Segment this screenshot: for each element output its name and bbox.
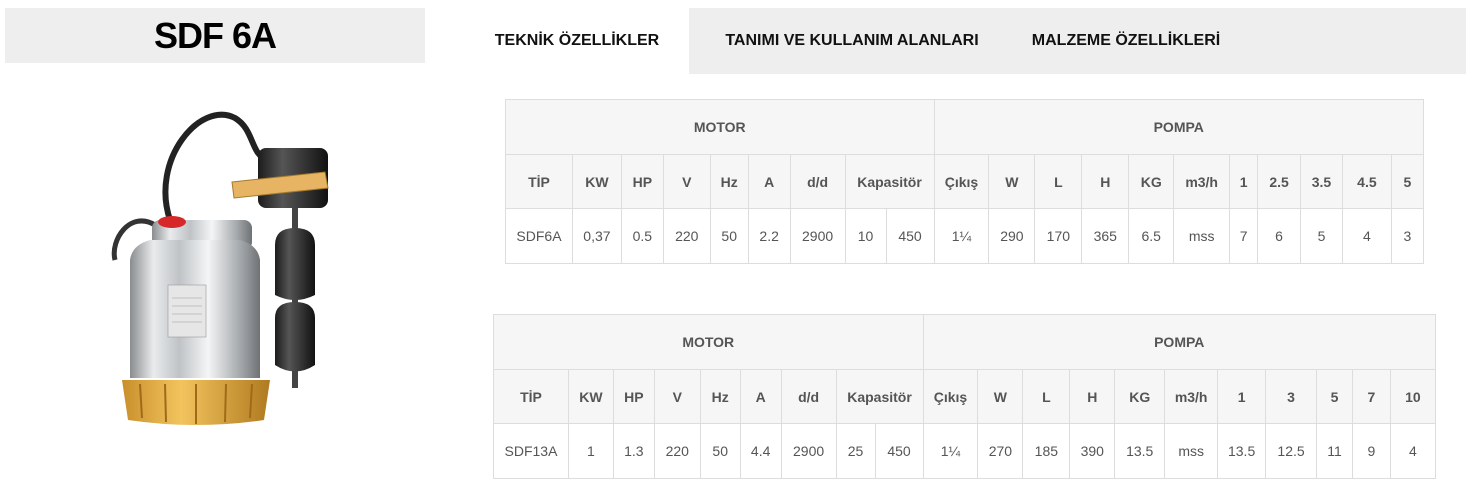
- table-cell: SDF6A: [505, 208, 573, 264]
- table-cell: 1: [567, 423, 614, 479]
- product-title-box: SDF 6A: [5, 8, 425, 63]
- table-cell: 450: [885, 208, 935, 264]
- table-cell: 1¼: [922, 423, 979, 479]
- table-cell: 4.4: [739, 423, 782, 479]
- table-cell: 270: [977, 423, 1024, 479]
- table-cell: 365: [1081, 208, 1130, 264]
- col-header: 5: [1316, 369, 1353, 424]
- col-header: TİP: [505, 154, 573, 209]
- col-header: m3/h: [1164, 369, 1219, 424]
- col-header: H: [1081, 154, 1130, 209]
- col-header: V: [662, 154, 711, 209]
- product-title: SDF 6A: [153, 14, 277, 56]
- table-cell: 50: [709, 208, 749, 264]
- col-header: Hz: [699, 369, 741, 424]
- col-header: KW: [567, 369, 614, 424]
- col-header: W: [977, 369, 1024, 424]
- motor-group-header: MOTOR: [493, 314, 924, 370]
- col-header: Çıkış: [933, 154, 990, 209]
- tab-malzeme-ozellikleri[interactable]: MALZEME ÖZELLİKLERİ: [1015, 8, 1237, 74]
- table-cell: mss: [1164, 423, 1219, 479]
- col-header: A: [747, 154, 791, 209]
- table-cell: 11: [1316, 423, 1353, 479]
- col-header: KW: [571, 154, 622, 209]
- table-cell: 13.5: [1114, 423, 1166, 479]
- table-cell: 390: [1069, 423, 1116, 479]
- table-cell: 6: [1257, 208, 1302, 264]
- col-header: m3/h: [1173, 154, 1231, 209]
- table-cell: 3: [1390, 208, 1425, 264]
- table-cell: 2900: [780, 423, 837, 479]
- submersible-pump-image: [111, 111, 329, 425]
- table-cell: 1¼: [933, 208, 990, 264]
- col-header: 3.5: [1300, 154, 1343, 209]
- pompa-group-header: POMPA: [933, 99, 1424, 155]
- table-cell: 12.5: [1265, 423, 1318, 479]
- col-header: 7: [1351, 369, 1391, 424]
- table-cell: 185: [1022, 423, 1071, 479]
- col-header: 5: [1390, 154, 1425, 209]
- col-header: 1: [1229, 154, 1259, 209]
- table-cell: mss: [1173, 208, 1231, 264]
- table-row: SDF13A 1 1.3 220 50 4.4 2900 25 450 1¼ 2…: [493, 423, 1437, 479]
- table-cell: 25: [835, 423, 876, 479]
- table-cell: 4: [1341, 208, 1392, 264]
- table-cell: 13.5: [1217, 423, 1267, 479]
- spec-table-sdf6a: MOTOR POMPA TİP KW HP V Hz A d/d Kapasit…: [505, 99, 1425, 264]
- product-image: [110, 100, 340, 440]
- pompa-group-header: POMPA: [922, 314, 1436, 370]
- col-header: L: [1034, 154, 1083, 209]
- table-cell: 450: [874, 423, 924, 479]
- table-cell: 220: [653, 423, 701, 479]
- table-cell: 7: [1229, 208, 1259, 264]
- table-cell: 6.5: [1128, 208, 1175, 264]
- table-cell: 4: [1389, 423, 1437, 479]
- table-cell: 220: [662, 208, 711, 264]
- spec-table-sdf13a: MOTOR POMPA TİP KW HP V Hz A d/d Kapasit…: [493, 314, 1437, 479]
- table-cell: 290: [988, 208, 1036, 264]
- col-header: TİP: [493, 369, 569, 424]
- col-header: 4.5: [1341, 154, 1392, 209]
- col-header: Hz: [709, 154, 749, 209]
- table-cell: 0.5: [620, 208, 664, 264]
- col-header: HP: [620, 154, 664, 209]
- col-header: W: [988, 154, 1036, 209]
- table-cell: 170: [1034, 208, 1083, 264]
- col-header: 1: [1217, 369, 1267, 424]
- col-header: Çıkış: [922, 369, 979, 424]
- table-cell: 50: [699, 423, 741, 479]
- motor-group-header: MOTOR: [505, 99, 935, 155]
- table-cell: SDF13A: [493, 423, 569, 479]
- col-header: KG: [1114, 369, 1166, 424]
- col-header: L: [1022, 369, 1071, 424]
- table-cell: 2.2: [747, 208, 791, 264]
- tab-tanimi-ve-kullanim-alanlari[interactable]: TANIMI VE KULLANIM ALANLARI: [689, 8, 1015, 74]
- col-header: d/d: [780, 369, 837, 424]
- col-header: KG: [1128, 154, 1175, 209]
- col-header: 3: [1265, 369, 1318, 424]
- table-cell: 0,37: [571, 208, 622, 264]
- table-cell: 1.3: [612, 423, 655, 479]
- col-header: HP: [612, 369, 655, 424]
- table-row: SDF6A 0,37 0.5 220 50 2.2 2900 10 450 1¼…: [505, 208, 1425, 264]
- tab-bar: TEKNİK ÖZELLİKLER TANIMI VE KULLANIM ALA…: [465, 8, 1466, 74]
- table-cell: 2900: [789, 208, 846, 264]
- col-header: V: [653, 369, 701, 424]
- col-header: 2.5: [1257, 154, 1302, 209]
- table-cell: 10: [844, 208, 887, 264]
- col-header: Kapasitör: [835, 369, 924, 424]
- col-header: 10: [1389, 369, 1437, 424]
- col-header: d/d: [789, 154, 846, 209]
- col-header: Kapasitör: [844, 154, 935, 209]
- tab-teknik-ozellikler[interactable]: TEKNİK ÖZELLİKLER: [465, 8, 689, 74]
- col-header: A: [739, 369, 782, 424]
- col-header: H: [1069, 369, 1116, 424]
- table-cell: 5: [1300, 208, 1343, 264]
- table-cell: 9: [1351, 423, 1391, 479]
